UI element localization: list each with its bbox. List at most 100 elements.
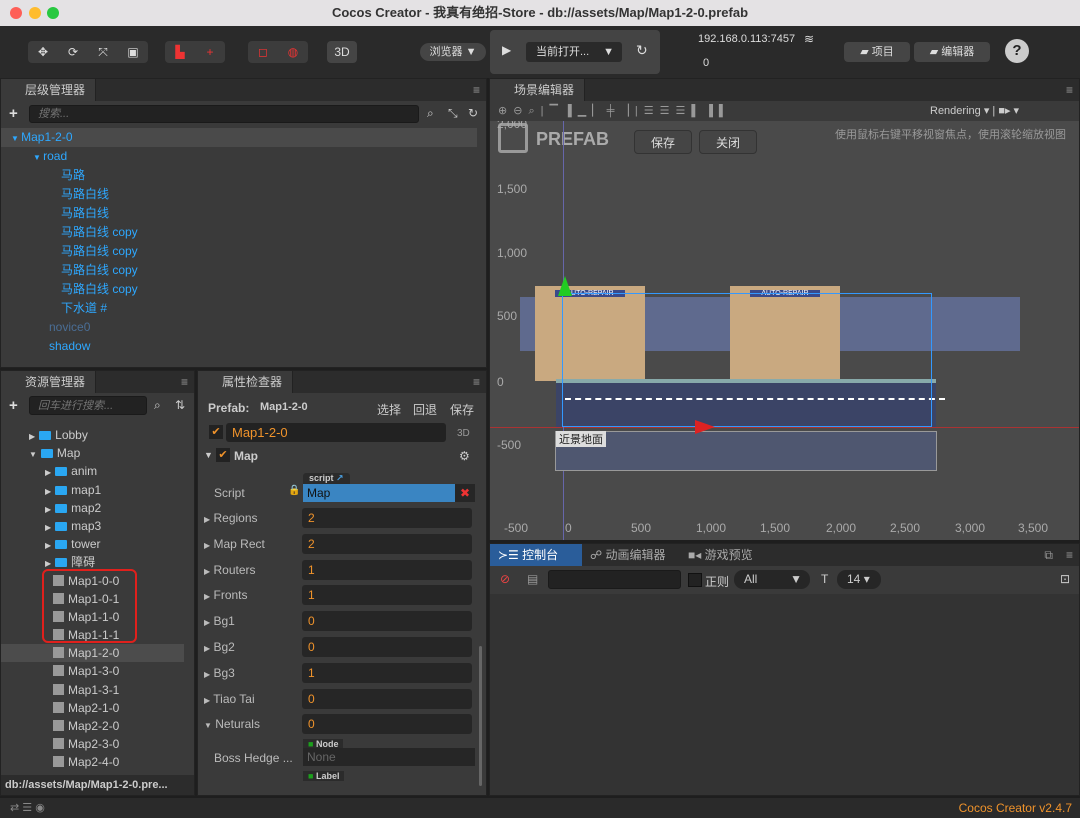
expand-arrow[interactable]: ▶ [45, 541, 51, 550]
scale-tool-icon[interactable]: ⤧ [88, 41, 118, 63]
rendering-dropdown[interactable]: Rendering ▾ | ■▸ ▾ [930, 104, 1019, 117]
expand-arrow[interactable]: ▶ [45, 505, 51, 514]
remove-script-icon[interactable]: ✖ [455, 484, 475, 502]
console-filter-input[interactable] [548, 570, 681, 589]
global-icon[interactable]: ◍ [278, 41, 308, 63]
open-project-button[interactable]: ▰ 项目 [844, 42, 910, 62]
close-button[interactable]: 关闭 [699, 130, 757, 154]
clear-icon[interactable]: ⊘ [500, 572, 510, 586]
property-value[interactable]: 1 [302, 662, 472, 683]
expand-arrow[interactable]: ▶ [45, 523, 51, 532]
open-editor-button[interactable]: ▰ 编辑器 [914, 42, 990, 62]
menu-icon[interactable]: ≡ [473, 375, 480, 389]
property-value[interactable]: 0 [302, 688, 472, 709]
asset-item[interactable]: ▶ map3 [1, 517, 184, 535]
refresh-icon[interactable]: ↻ [468, 106, 478, 120]
inspector-scrollbar[interactable] [479, 646, 482, 786]
expand-arrow[interactable]: ▼ [11, 134, 21, 143]
gear-icon[interactable]: ⚙ [459, 449, 470, 463]
asset-item[interactable]: Map1-3-0 [1, 662, 184, 680]
help-button[interactable]: ? [1005, 39, 1029, 63]
tab-animation[interactable]: ☍ 动画编辑器 [590, 544, 666, 566]
property-label[interactable]: ▶ Map Rect [204, 537, 265, 551]
hierarchy-item[interactable]: shadow [1, 337, 477, 356]
collapse-icon[interactable]: ⊡ [1060, 572, 1070, 586]
save-button[interactable]: 保存 [634, 130, 692, 154]
hierarchy-item[interactable]: 下水道 # [1, 299, 477, 318]
open-scene-dropdown[interactable]: 当前打开... ▼ [526, 42, 622, 62]
move-tool-icon[interactable]: ✥ [28, 41, 58, 63]
node-active-checkbox[interactable]: ✔ [209, 425, 223, 439]
property-value[interactable]: 1 [302, 585, 472, 606]
play-icon[interactable]: ▶ [502, 43, 511, 57]
x-gizmo-arrow[interactable] [695, 420, 715, 434]
sort-icon[interactable]: ⇅ [175, 398, 185, 412]
asset-item[interactable]: ▶ map1 [1, 481, 184, 499]
script-field[interactable]: Map [303, 484, 455, 502]
maximize-window-button[interactable] [47, 7, 59, 19]
add-asset-icon[interactable]: + [9, 397, 18, 414]
regex-checkbox[interactable] [688, 573, 702, 587]
component-enabled-checkbox[interactable]: ✔ [216, 448, 230, 462]
property-value[interactable]: 1 [302, 559, 472, 580]
property-value[interactable]: 2 [302, 508, 472, 528]
asset-item[interactable]: Map1-2-0 [1, 644, 184, 663]
expand-arrow[interactable]: ▼ [29, 450, 37, 459]
scene-viewport[interactable]: PREFAB 保存 关闭 使用鼠标右键平移视窗焦点，使用滚轮缩放视图 AUTO-… [490, 121, 1079, 540]
expand-arrow[interactable]: ▶ [45, 468, 51, 477]
property-value[interactable]: 0 [302, 714, 472, 735]
minimize-window-button[interactable] [29, 7, 41, 19]
popout-icon[interactable]: ⧉ [1044, 548, 1053, 563]
zoom-in-icon[interactable]: ⊕ [498, 105, 513, 117]
expand-arrow[interactable]: ▼ [33, 153, 43, 162]
property-label[interactable]: ▶ Regions [204, 511, 258, 525]
sync-icon[interactable]: ⇄ ☰ ◉ [10, 801, 45, 814]
tab-console[interactable]: ≻☰ 控制台 [490, 544, 582, 566]
close-window-button[interactable] [10, 7, 22, 19]
hierarchy-item[interactable]: 马路白线 [1, 204, 477, 223]
boss-hedge-field[interactable]: None [303, 748, 475, 766]
expand-arrow[interactable]: ▶ [45, 487, 51, 496]
zoom-out-icon[interactable]: ⊖ [513, 105, 528, 117]
asset-item[interactable]: ▶ anim [1, 462, 184, 480]
inspector-tab[interactable]: 属性检查器 [198, 371, 294, 393]
property-value[interactable]: 2 [302, 533, 472, 554]
center-icon[interactable]: + [195, 41, 225, 63]
asset-item[interactable]: ▶ map2 [1, 499, 184, 517]
select-button[interactable]: 选择 [377, 401, 401, 418]
hierarchy-search-input[interactable] [29, 105, 419, 123]
property-value[interactable]: 0 [302, 637, 472, 657]
property-label[interactable]: ▶ Bg3 [204, 666, 235, 680]
save-prefab-button[interactable]: 保存 [450, 401, 474, 418]
menu-icon[interactable]: ≡ [181, 375, 188, 389]
property-label[interactable]: ▶ Fronts [204, 588, 248, 602]
menu-icon[interactable]: ≡ [1066, 548, 1073, 562]
toggle-3d-button[interactable]: 3D [327, 41, 357, 63]
hierarchy-item[interactable]: 马路白线 copy [1, 223, 477, 242]
asset-item[interactable]: Map2-3-0 [1, 735, 184, 753]
rect-tool-icon[interactable]: ▣ [118, 41, 148, 63]
node-name-input[interactable]: Map1-2-0 [226, 423, 446, 442]
assets-tab[interactable]: 资源管理器 [1, 371, 97, 393]
asset-item[interactable]: ▼ Map [1, 444, 184, 462]
asset-item[interactable]: ▶ Lobby [1, 426, 184, 444]
property-label[interactable]: ▶ Routers [204, 563, 256, 577]
expand-arrow[interactable]: ▶ [29, 432, 35, 441]
browser-dropdown[interactable]: 浏览器 ▼ [420, 43, 486, 61]
property-label[interactable]: ▶ Bg1 [204, 614, 235, 628]
y-gizmo-arrow[interactable] [558, 276, 572, 296]
rotate-tool-icon[interactable]: ⟳ [58, 41, 88, 63]
hierarchy-item[interactable]: 马路白线 copy [1, 242, 477, 261]
asset-item[interactable]: Map2-4-0 [1, 753, 184, 771]
hierarchy-item[interactable]: ▼ road [1, 147, 477, 166]
search-icon[interactable]: ⌕ [154, 398, 161, 413]
property-label[interactable]: ▼ Neturals [204, 717, 260, 731]
hierarchy-item[interactable]: 马路 [1, 166, 477, 185]
asset-item[interactable]: Map1-3-1 [1, 681, 184, 699]
menu-icon[interactable]: ≡ [1066, 83, 1073, 97]
collapse-icon[interactable]: ⤡ [448, 106, 458, 121]
collapse-arrow[interactable]: ▼ [204, 450, 213, 460]
font-size-dropdown[interactable]: 14 ▾ [837, 570, 881, 589]
scene-tab[interactable]: 场景编辑器 [490, 79, 586, 101]
asset-item[interactable]: Map2-1-0 [1, 699, 184, 717]
